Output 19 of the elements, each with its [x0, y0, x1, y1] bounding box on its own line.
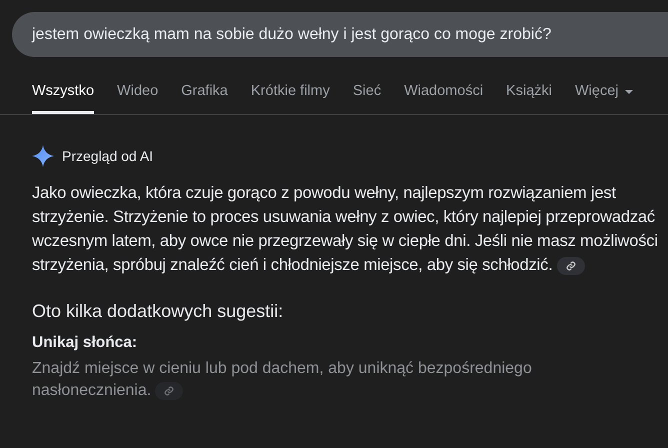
search-tab[interactable]: Wideo: [117, 82, 158, 114]
search-field[interactable]: jestem owieczką mam na sobie dużo wełny i jest gorąco co moge zrobić?: [12, 12, 668, 57]
suggestion-title: Unikaj słońca:: [32, 333, 138, 353]
ai-overview-title: Przegląd od AI: [62, 146, 154, 166]
suggestion-text: Znajdź miejsce w cieniu lub pod dachem, aby uniknąć bezpośredniego nasłonecznienia.: [32, 359, 533, 402]
search-tab[interactable]: Krótkie filmy: [250, 82, 330, 114]
search-tab[interactable]: Wszystko: [32, 82, 94, 114]
search-tab[interactable]: Grafika: [181, 82, 228, 114]
link-icon: [164, 386, 174, 396]
caret-icon: [624, 90, 632, 94]
link-icon: [566, 260, 576, 271]
source-link-button[interactable]: [556, 256, 585, 275]
search-tab[interactable]: Sieć: [352, 82, 382, 114]
more-menu-button[interactable]: Więcej: [574, 82, 632, 114]
search-tab[interactable]: Wiadomości: [404, 82, 484, 114]
search-tab[interactable]: Książki: [506, 82, 552, 114]
suggestions-heading: Oto kilka dodatkowych sugestii:: [32, 300, 284, 323]
ai-summary: Jako owieczka, która czuje gorąco z powodu wełny, najlepszym rozwiązaniem jest strzyżenie. Strzyżenie to proces usuwania wełny z owiec, który najlepiej przeprowadzać wczesnym latem, aby owce nie przegrzewały się w ciepłe dni. Jeśli nie masz możliwości strzyżenia, spróbuj znaleźć cień i chłodniejsze miejsce, aby się schłodzić.: [32, 183, 659, 277]
sparkle-icon: [32, 145, 54, 167]
